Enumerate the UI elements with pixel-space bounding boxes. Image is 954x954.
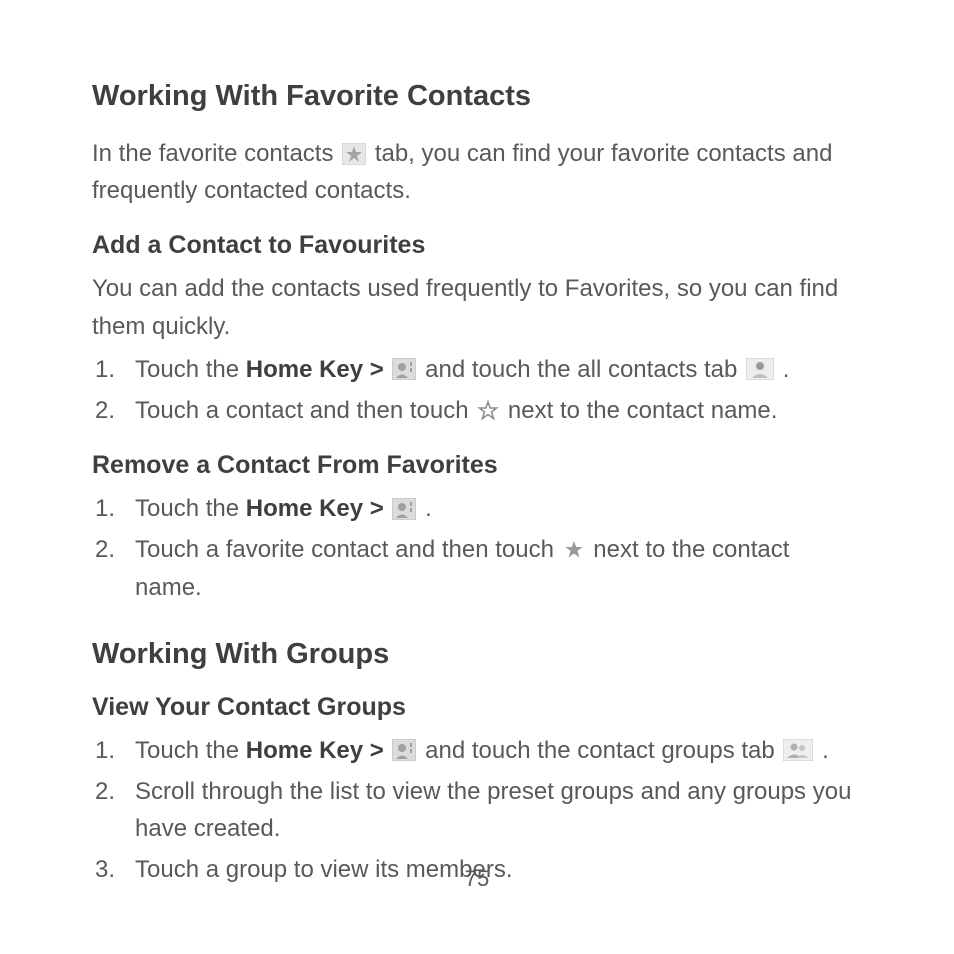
star-filled-icon: [342, 143, 366, 165]
text: Scroll through the list to view the pres…: [135, 778, 851, 842]
home-key-label: Home Key >: [246, 356, 391, 383]
text: In the favorite contacts: [92, 140, 340, 167]
text: Touch a contact and then touch: [135, 397, 475, 424]
heading-remove-favourite: Remove a Contact From Favorites: [92, 451, 862, 480]
step-number: 2.: [92, 773, 135, 810]
add-favourite-intro: You can add the contacts used frequently…: [92, 270, 862, 344]
text: next to the contact name.: [508, 397, 778, 424]
page-number: 75: [0, 866, 954, 892]
contacts-app-icon: [392, 498, 416, 520]
step-item: 2. Touch a favorite contact and then tou…: [92, 531, 862, 605]
heading-view-groups: View Your Contact Groups: [92, 693, 862, 722]
step-number: 1.: [92, 490, 135, 527]
step-text: Touch a contact and then touch next to t…: [135, 392, 862, 429]
heading-favorite-contacts: Working With Favorite Contacts: [92, 80, 862, 113]
home-key-label: Home Key >: [246, 737, 391, 764]
text: and touch the contact groups tab: [425, 737, 781, 764]
text: Touch the: [135, 356, 246, 383]
step-number: 2.: [92, 531, 135, 568]
contacts-app-icon: [392, 739, 416, 761]
add-favourite-steps: 1. Touch the Home Key > and touch the al…: [92, 351, 862, 429]
step-number: 1.: [92, 351, 135, 388]
intro-paragraph: In the favorite contacts tab, you can fi…: [92, 135, 862, 209]
star-outline-icon: [477, 400, 499, 422]
heading-groups: Working With Groups: [92, 638, 862, 671]
person-tab-icon: [746, 358, 774, 380]
step-text: Touch the Home Key > .: [135, 490, 862, 527]
manual-page: Working With Favorite Contacts In the fa…: [0, 0, 954, 954]
view-groups-steps: 1. Touch the Home Key > and touch the co…: [92, 732, 862, 889]
step-item: 1. Touch the Home Key > and touch the al…: [92, 351, 862, 388]
step-item: 1. Touch the Home Key > .: [92, 490, 862, 527]
text: Touch the: [135, 495, 246, 522]
text: and touch the all contacts tab: [425, 356, 744, 383]
text: .: [425, 495, 432, 522]
text: .: [783, 356, 790, 383]
step-item: 2. Touch a contact and then touch next t…: [92, 392, 862, 429]
home-key-label: Home Key >: [246, 495, 391, 522]
step-text: Touch the Home Key > and touch the all c…: [135, 351, 862, 388]
step-item: 1. Touch the Home Key > and touch the co…: [92, 732, 862, 769]
group-tab-icon: [783, 739, 813, 761]
step-text: Touch a favorite contact and then touch …: [135, 531, 862, 605]
text: Touch a favorite contact and then touch: [135, 536, 561, 563]
step-text: Touch the Home Key > and touch the conta…: [135, 732, 862, 769]
step-text: Scroll through the list to view the pres…: [135, 773, 862, 847]
step-item: 2. Scroll through the list to view the p…: [92, 773, 862, 847]
text: Touch the: [135, 737, 246, 764]
step-number: 1.: [92, 732, 135, 769]
contacts-app-icon: [392, 358, 416, 380]
heading-add-favourite: Add a Contact to Favourites: [92, 231, 862, 260]
remove-favourite-steps: 1. Touch the Home Key > . 2. Tou: [92, 490, 862, 606]
text: .: [822, 737, 829, 764]
step-number: 2.: [92, 392, 135, 429]
star-filled-icon: [563, 539, 585, 561]
